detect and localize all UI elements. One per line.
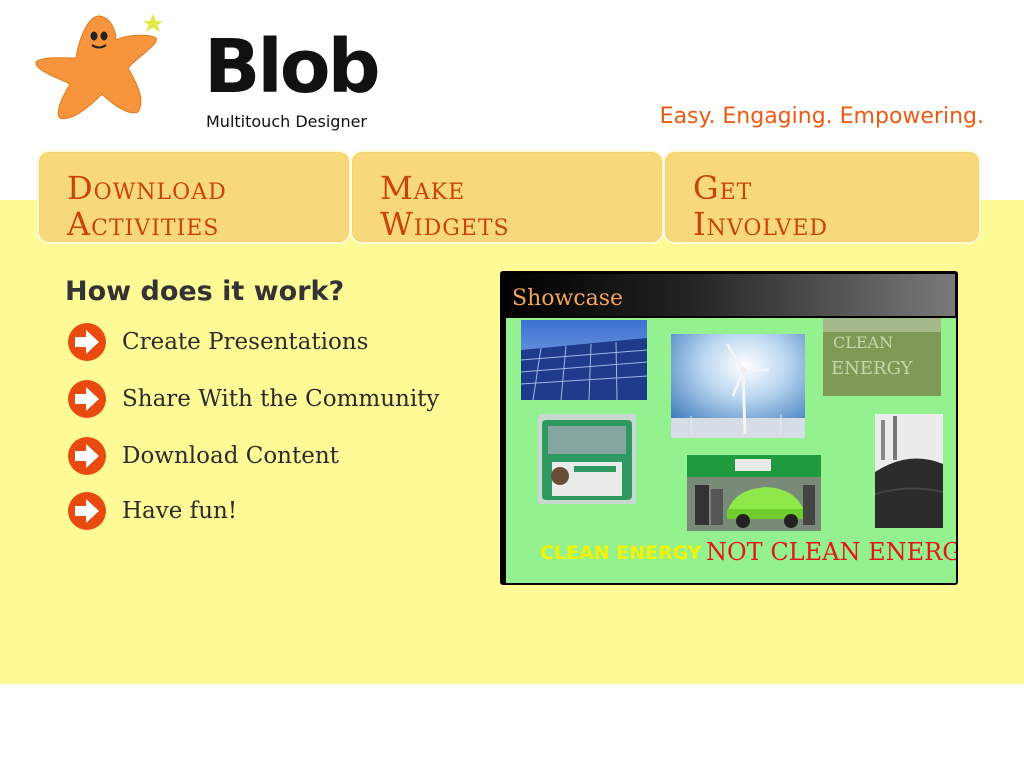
wind-turbine-image: [671, 334, 805, 438]
how-it-works-heading: How does it work?: [65, 276, 345, 307]
step-label: Download Content: [122, 443, 339, 469]
showcase-slide[interactable]: CLEAN ENERGY CLEAN ENERGY NOT CLEAN ENER…: [506, 318, 956, 583]
coal-pile-image: [875, 414, 943, 528]
clean-energy-caption: CLEAN ENERGY: [540, 542, 702, 564]
logo-subtitle: Multitouch Designer: [206, 112, 367, 131]
tab-get-involved[interactable]: Get Involved: [663, 150, 981, 244]
bus-image: [538, 414, 636, 504]
arrow-right-icon: [68, 437, 106, 475]
svg-text:ENERGY: ENERGY: [831, 358, 914, 379]
arrow-right-icon: [68, 380, 106, 418]
step-item[interactable]: Download Content: [66, 435, 466, 477]
logo[interactable]: Blob Multitouch Designer: [32, 12, 381, 137]
tagline: Easy. Engaging. Empowering.: [659, 104, 984, 129]
arrow-right-icon: [68, 492, 106, 530]
tab-label-line1: Get: [693, 169, 753, 207]
tab-label-line2: Activities: [67, 205, 220, 243]
tab-label-line1: Download: [67, 169, 227, 207]
step-item[interactable]: Have fun!: [66, 490, 466, 532]
tab-label-line2: Widgets: [380, 205, 510, 243]
blob-mascot-icon: [35, 14, 163, 120]
step-item[interactable]: Create Presentations: [66, 321, 466, 363]
showcase-header: Showcase: [503, 274, 955, 316]
logo-wordmark: Blob: [204, 24, 381, 110]
tab-make-widgets[interactable]: Make Widgets: [350, 150, 664, 244]
electric-car-image: [687, 455, 821, 531]
not-clean-energy-caption: NOT CLEAN ENERGY: [706, 538, 956, 566]
step-label: Create Presentations: [122, 329, 369, 355]
svg-text:CLEAN: CLEAN: [833, 333, 893, 352]
clean-energy-field-image: CLEAN ENERGY: [823, 318, 941, 396]
tab-download-activities[interactable]: Download Activities: [37, 150, 351, 244]
tab-label-line2: Involved: [693, 205, 829, 243]
arrow-right-icon: [68, 323, 106, 361]
showcase-title: Showcase: [512, 286, 624, 311]
step-item[interactable]: Share With the Community: [66, 378, 466, 420]
solar-panels-image: [521, 320, 647, 400]
step-label: Have fun!: [122, 498, 238, 524]
step-label: Share With the Community: [122, 386, 440, 412]
showcase-panel[interactable]: Showcase CLEAN ENERGY CLEAN ENERGY NOT C…: [500, 271, 958, 585]
tab-label-line1: Make: [380, 169, 466, 207]
